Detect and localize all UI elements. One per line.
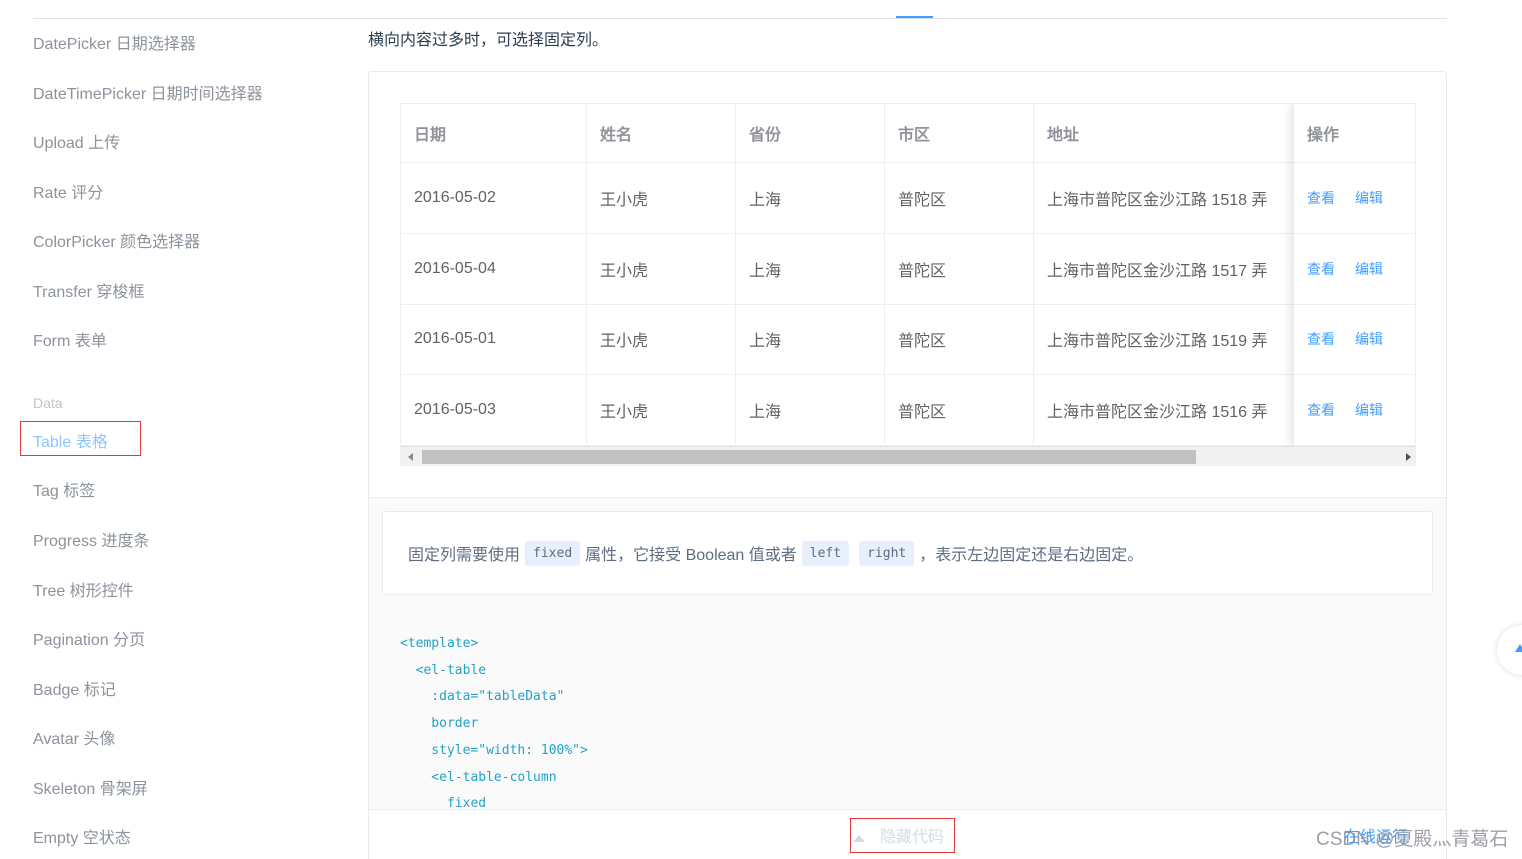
cell-date: 2016-05-01 bbox=[401, 304, 586, 375]
cell-city: 普陀区 bbox=[885, 163, 1033, 234]
code-line: style="width: 100%"> bbox=[400, 742, 588, 758]
sidebar: DatePicker 日期选择器 DateTimePicker 日期时间选择器 … bbox=[0, 0, 340, 859]
fixed-column-table: 日期 2016-05-02 2016-05-04 2016-05-01 2016… bbox=[400, 103, 1416, 466]
column-actions-fixed: 操作 查看 编辑 查看 编辑 查看 编辑 查看 编辑 bbox=[1293, 104, 1415, 446]
cell-city: 普陀区 bbox=[885, 375, 1033, 446]
sidebar-item-rate[interactable]: Rate 评分 bbox=[33, 184, 103, 204]
demo-source: 日期 2016-05-02 2016-05-04 2016-05-01 2016… bbox=[369, 72, 1446, 497]
scrollbar-thumb[interactable] bbox=[422, 450, 1196, 464]
sidebar-item-datepicker[interactable]: DatePicker 日期选择器 bbox=[33, 35, 196, 55]
view-button[interactable]: 查看 bbox=[1307, 329, 1335, 349]
sidebar-item-empty[interactable]: Empty 空状态 bbox=[33, 829, 131, 849]
column-date: 日期 2016-05-02 2016-05-04 2016-05-01 2016… bbox=[401, 104, 587, 446]
watermark: CSDN @夏殿灬青葛石 bbox=[1316, 829, 1509, 850]
sidebar-item-upload[interactable]: Upload 上传 bbox=[33, 134, 120, 154]
top-tab-indicator bbox=[896, 16, 933, 18]
highlight-box-table bbox=[20, 421, 141, 456]
inline-code-fixed: fixed bbox=[525, 540, 581, 566]
demo-block: 日期 2016-05-02 2016-05-04 2016-05-01 2016… bbox=[368, 71, 1447, 859]
cell-province: 上海 bbox=[736, 163, 884, 234]
header-province: 省份 bbox=[736, 104, 884, 163]
sidebar-item-transfer[interactable]: Transfer 穿梭框 bbox=[33, 283, 144, 303]
description-box: 固定列需要使用 fixed 属性，它接受 Boolean 值或者 left ri… bbox=[382, 511, 1433, 595]
cell-date: 2016-05-04 bbox=[401, 234, 586, 305]
view-button[interactable]: 查看 bbox=[1307, 188, 1335, 208]
inline-code-left: left bbox=[801, 540, 850, 566]
code-line: border bbox=[400, 716, 479, 732]
description-text: 固定列需要使用 bbox=[408, 547, 521, 564]
header-actions: 操作 bbox=[1294, 104, 1415, 163]
column-name: 姓名 王小虎 王小虎 王小虎 王小虎 bbox=[587, 104, 736, 446]
cell-province: 上海 bbox=[736, 375, 884, 446]
column-address: 地址 上海市普陀区金沙江路 1518 弄 上海市普陀区金沙江路 1517 弄 上… bbox=[1034, 104, 1293, 446]
cell-address: 上海市普陀区金沙江路 1519 弄 bbox=[1034, 304, 1293, 375]
sidebar-item-pagination[interactable]: Pagination 分页 bbox=[33, 631, 145, 651]
actions-row: 查看 编辑 bbox=[1294, 234, 1415, 305]
sidebar-group-data: Data bbox=[33, 395, 63, 411]
description-text: ，表示左边固定还是右边固定。 bbox=[919, 547, 1144, 564]
edit-button[interactable]: 编辑 bbox=[1355, 188, 1383, 208]
sidebar-item-skeleton[interactable]: Skeleton 骨架屏 bbox=[33, 780, 148, 800]
code-line: <template> bbox=[400, 636, 479, 651]
scroll-right-arrow-icon[interactable] bbox=[1406, 453, 1411, 461]
back-to-top-button[interactable] bbox=[1497, 625, 1522, 675]
sidebar-item-colorpicker[interactable]: ColorPicker 颜色选择器 bbox=[33, 233, 200, 253]
column-province: 省份 上海 上海 上海 上海 bbox=[736, 104, 885, 446]
cell-city: 普陀区 bbox=[885, 234, 1033, 305]
edit-button[interactable]: 编辑 bbox=[1355, 329, 1383, 349]
code-line: <el-table bbox=[400, 662, 487, 678]
code-line: :data="tableData" bbox=[400, 689, 565, 705]
sidebar-item-progress[interactable]: Progress 进度条 bbox=[33, 532, 149, 552]
cell-address: 上海市普陀区金沙江路 1517 弄 bbox=[1034, 234, 1293, 305]
header-address: 地址 bbox=[1034, 104, 1293, 163]
highlight-box-hide-code bbox=[850, 818, 955, 853]
inline-code-right: right bbox=[859, 540, 915, 566]
sidebar-item-badge[interactable]: Badge 标记 bbox=[33, 681, 116, 701]
column-city: 市区 普陀区 普陀区 普陀区 普陀区 bbox=[885, 104, 1034, 446]
horizontal-scrollbar[interactable] bbox=[401, 446, 1415, 465]
cell-address: 上海市普陀区金沙江路 1518 弄 bbox=[1034, 163, 1293, 234]
view-button[interactable]: 查看 bbox=[1307, 259, 1335, 279]
actions-row: 查看 编辑 bbox=[1294, 304, 1415, 375]
header-name: 姓名 bbox=[587, 104, 735, 163]
cell-province: 上海 bbox=[736, 234, 884, 305]
cell-province: 上海 bbox=[736, 304, 884, 375]
sidebar-item-datetimepicker[interactable]: DateTimePicker 日期时间选择器 bbox=[33, 85, 263, 105]
section-intro: 横向内容过多时，可选择固定列。 bbox=[368, 32, 609, 49]
cell-name: 王小虎 bbox=[587, 163, 735, 234]
scroll-left-arrow-icon[interactable] bbox=[408, 453, 413, 461]
cell-name: 王小虎 bbox=[587, 234, 735, 305]
edit-button[interactable]: 编辑 bbox=[1355, 400, 1383, 420]
edit-button[interactable]: 编辑 bbox=[1355, 259, 1383, 279]
sidebar-item-avatar[interactable]: Avatar 头像 bbox=[33, 730, 115, 750]
sidebar-item-tag[interactable]: Tag 标签 bbox=[33, 482, 95, 502]
cell-date: 2016-05-03 bbox=[401, 375, 586, 446]
code-line: <el-table-column bbox=[400, 769, 557, 785]
sidebar-item-tree[interactable]: Tree 树形控件 bbox=[33, 582, 134, 602]
demo-meta: 固定列需要使用 fixed 属性，它接受 Boolean 值或者 left ri… bbox=[369, 497, 1446, 811]
cell-date: 2016-05-02 bbox=[401, 163, 586, 234]
cell-city: 普陀区 bbox=[885, 304, 1033, 375]
code-sample: <template> <el-table :data="tableData" b… bbox=[400, 631, 588, 818]
cell-name: 王小虎 bbox=[587, 375, 735, 446]
header-date: 日期 bbox=[401, 104, 586, 163]
cell-address: 上海市普陀区金沙江路 1516 弄 bbox=[1034, 375, 1293, 446]
description-text: 属性，它接受 Boolean 值或者 bbox=[585, 547, 797, 564]
header-city: 市区 bbox=[885, 104, 1033, 163]
sidebar-item-form[interactable]: Form 表单 bbox=[33, 332, 107, 352]
actions-row: 查看 编辑 bbox=[1294, 375, 1415, 446]
arrow-up-icon bbox=[1515, 644, 1522, 652]
cell-name: 王小虎 bbox=[587, 304, 735, 375]
view-button[interactable]: 查看 bbox=[1307, 400, 1335, 420]
actions-row: 查看 编辑 bbox=[1294, 163, 1415, 234]
